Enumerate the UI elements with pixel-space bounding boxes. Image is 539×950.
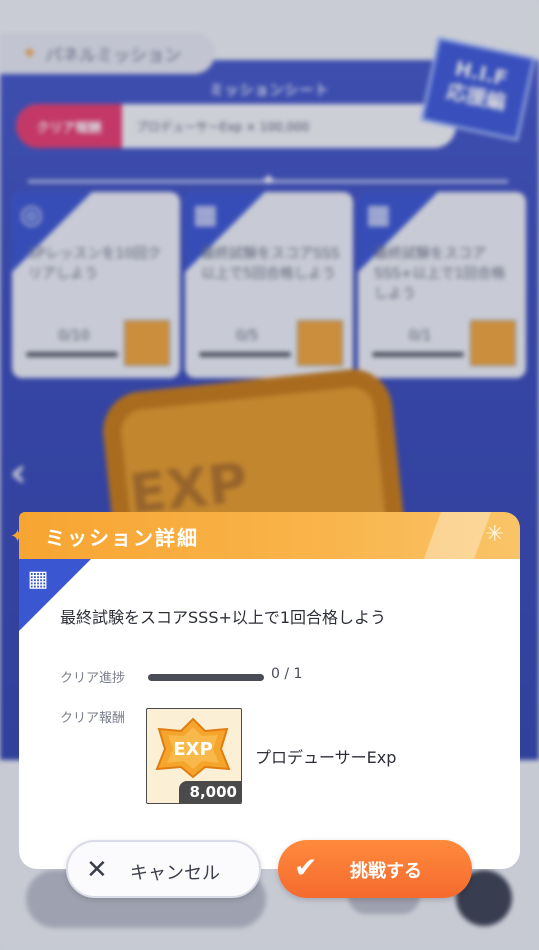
checkmark-icon: ✔ (294, 851, 318, 884)
modal-title: ミッション詳細 (45, 526, 199, 550)
reward-item[interactable]: EXP 8,000 (146, 708, 242, 804)
exp-icon: EXP (155, 717, 231, 779)
reward-quantity: 8,000 (179, 781, 241, 803)
close-icon: ✕ (86, 855, 108, 885)
mission-detail-modal: ミッション詳細 ✳ ✦ ▦ 最終試験をスコアSSS+以上で1回合格しよう クリア… (10, 512, 520, 869)
cancel-button-label: キャンセル (130, 863, 220, 884)
reward-name: プロデューサーExp (255, 748, 397, 767)
exam-icon: ▦ (27, 567, 49, 592)
challenge-button[interactable]: ✔ 挑戦する (278, 840, 472, 898)
progress-bar (148, 674, 264, 681)
progress-value: 0 / 1 (271, 666, 303, 682)
progress-label: クリア進捗 (60, 671, 126, 686)
challenge-button-label: 挑戦する (350, 861, 422, 882)
diamond-star-icon: ✦ (10, 526, 26, 547)
reward-label: クリア報酬 (60, 711, 126, 726)
modal-body: ▦ 最終試験をスコアSSS+以上で1回合格しよう クリア進捗 0 / 1 クリア… (19, 559, 520, 869)
mission-description: 最終試験をスコアSSS+以上で1回合格しよう (60, 608, 387, 627)
exp-icon-text: EXP (173, 739, 212, 760)
cancel-button[interactable]: ✕ キャンセル (66, 840, 261, 898)
sparkle-icon: ✳ (485, 522, 504, 547)
modal-header: ミッション詳細 ✳ (19, 512, 520, 559)
